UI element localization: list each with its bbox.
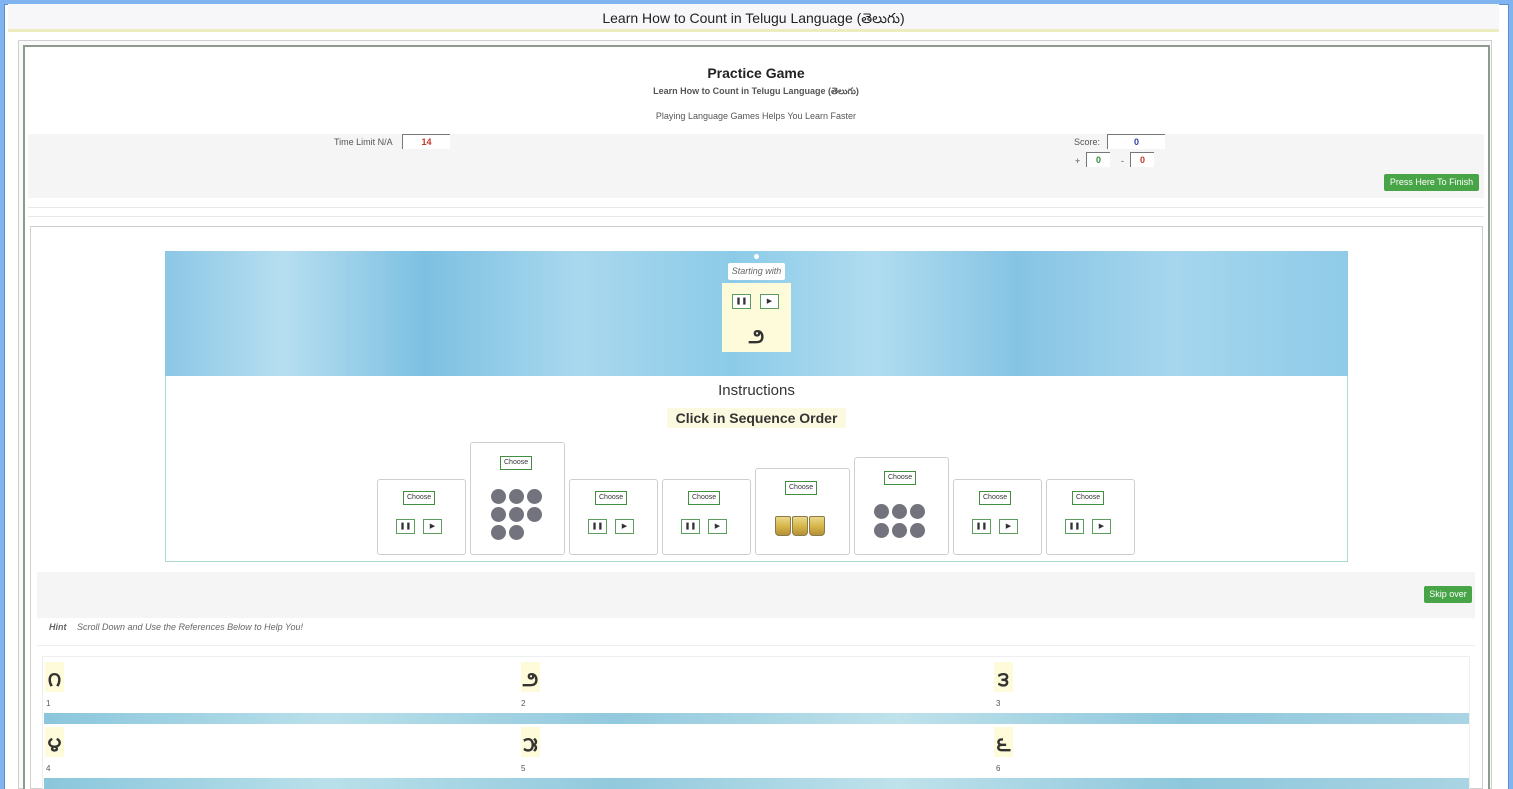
banner-dot <box>754 254 759 259</box>
answer-card[interactable]: Choose ❚❚ ▶ <box>662 479 751 555</box>
cup-image <box>775 516 791 536</box>
reference-digit: ౫ <box>521 727 540 757</box>
reference-number: 6 <box>996 764 1001 773</box>
page-subtitle: Learn How to Count in Telugu Language (త… <box>653 86 859 96</box>
start-digit: ౨ <box>748 326 765 348</box>
divider <box>28 216 1484 217</box>
reference-number: 5 <box>521 764 526 773</box>
reference-digit: ౨ <box>521 662 540 692</box>
count-dot <box>892 504 907 519</box>
count-dot <box>910 504 925 519</box>
choose-button[interactable]: Choose <box>595 491 628 505</box>
count-dot <box>509 489 524 504</box>
stats-bar <box>28 134 1484 198</box>
reference-divider <box>44 713 1469 724</box>
choose-button[interactable]: Choose <box>1072 491 1105 505</box>
answer-card[interactable]: Choose <box>755 468 850 555</box>
choose-button[interactable]: Choose <box>500 456 533 470</box>
action-bar <box>37 572 1475 618</box>
pause-icon[interactable]: ❚❚ <box>1065 519 1084 534</box>
game-header: Practice Game Learn How to Count in Telu… <box>28 60 1484 134</box>
minus-label: - <box>1121 156 1124 166</box>
starting-label: Starting with <box>728 263 785 280</box>
reference-number: 2 <box>521 699 526 708</box>
reference-digit: ౧ <box>45 662 64 692</box>
answer-card[interactable]: Choose ❚❚ ▶ <box>377 479 466 555</box>
page-tagline: Playing Language Games Helps You Learn F… <box>655 111 857 121</box>
play-icon[interactable]: ▶ <box>615 519 634 534</box>
count-dot <box>491 525 506 540</box>
pause-icon[interactable]: ❚❚ <box>396 519 415 534</box>
skip-button[interactable]: Skip over <box>1424 586 1472 603</box>
play-icon[interactable]: ▶ <box>999 519 1018 534</box>
hint-label: Hint <box>49 622 67 632</box>
time-value: 14 <box>402 134 450 149</box>
choose-button[interactable]: Choose <box>688 491 721 505</box>
answer-card[interactable]: Choose ❚❚ ▶ <box>569 479 658 555</box>
finish-button[interactable]: Press Here To Finish <box>1384 174 1479 191</box>
count-dot <box>874 523 889 538</box>
choose-button[interactable]: Choose <box>979 491 1012 505</box>
count-dot <box>509 507 524 522</box>
instructions-title: Instructions <box>718 382 795 399</box>
pause-icon[interactable]: ❚❚ <box>681 519 700 534</box>
count-dot <box>491 507 506 522</box>
count-dot <box>491 489 506 504</box>
divider <box>28 207 1484 208</box>
play-icon[interactable]: ▶ <box>708 519 727 534</box>
answer-card[interactable]: Choose ❚❚ ▶ <box>953 479 1042 555</box>
play-icon[interactable]: ▶ <box>1092 519 1111 534</box>
reference-number: 1 <box>46 699 51 708</box>
choose-button[interactable]: Choose <box>785 481 818 495</box>
window-title: Learn How to Count in Telugu Language (త… <box>8 4 1499 32</box>
hint-text: Scroll Down and Use the References Below… <box>77 622 303 632</box>
reference-number: 4 <box>46 764 51 773</box>
answer-card[interactable]: Choose ❚❚ ▶ <box>1046 479 1135 555</box>
answer-card[interactable]: Choose <box>470 442 565 555</box>
score-label: Score: <box>1074 137 1101 147</box>
answer-card[interactable]: Choose <box>854 457 949 555</box>
reference-number: 3 <box>996 699 1001 708</box>
play-icon[interactable]: ▶ <box>423 519 442 534</box>
count-dot <box>509 525 524 540</box>
plus-label: + <box>1075 156 1081 166</box>
choose-button[interactable]: Choose <box>403 491 436 505</box>
wrong-count: 0 <box>1130 152 1154 167</box>
cup-image <box>809 516 825 536</box>
time-limit-label: Time Limit N/A <box>334 137 393 147</box>
count-dot <box>892 523 907 538</box>
reference-digit: ౪ <box>45 727 64 757</box>
pause-icon[interactable]: ❚❚ <box>588 519 607 534</box>
reference-divider <box>44 778 1469 789</box>
choose-button[interactable]: Choose <box>884 471 917 485</box>
score-value: 0 <box>1107 134 1165 149</box>
pause-icon[interactable]: ❚❚ <box>972 519 991 534</box>
count-dot <box>910 523 925 538</box>
play-icon[interactable]: ▶ <box>760 294 779 309</box>
reference-digit: ౬ <box>994 727 1013 757</box>
count-dot <box>527 507 542 522</box>
correct-count: 0 <box>1086 152 1110 167</box>
reference-digit: ౩ <box>994 662 1013 692</box>
page-title: Practice Game <box>707 65 805 81</box>
pause-icon[interactable]: ❚❚ <box>732 294 751 309</box>
instructions-text: Click in Sequence Order <box>667 408 846 428</box>
cup-image <box>792 516 808 536</box>
count-dot <box>527 489 542 504</box>
count-dot <box>874 504 889 519</box>
